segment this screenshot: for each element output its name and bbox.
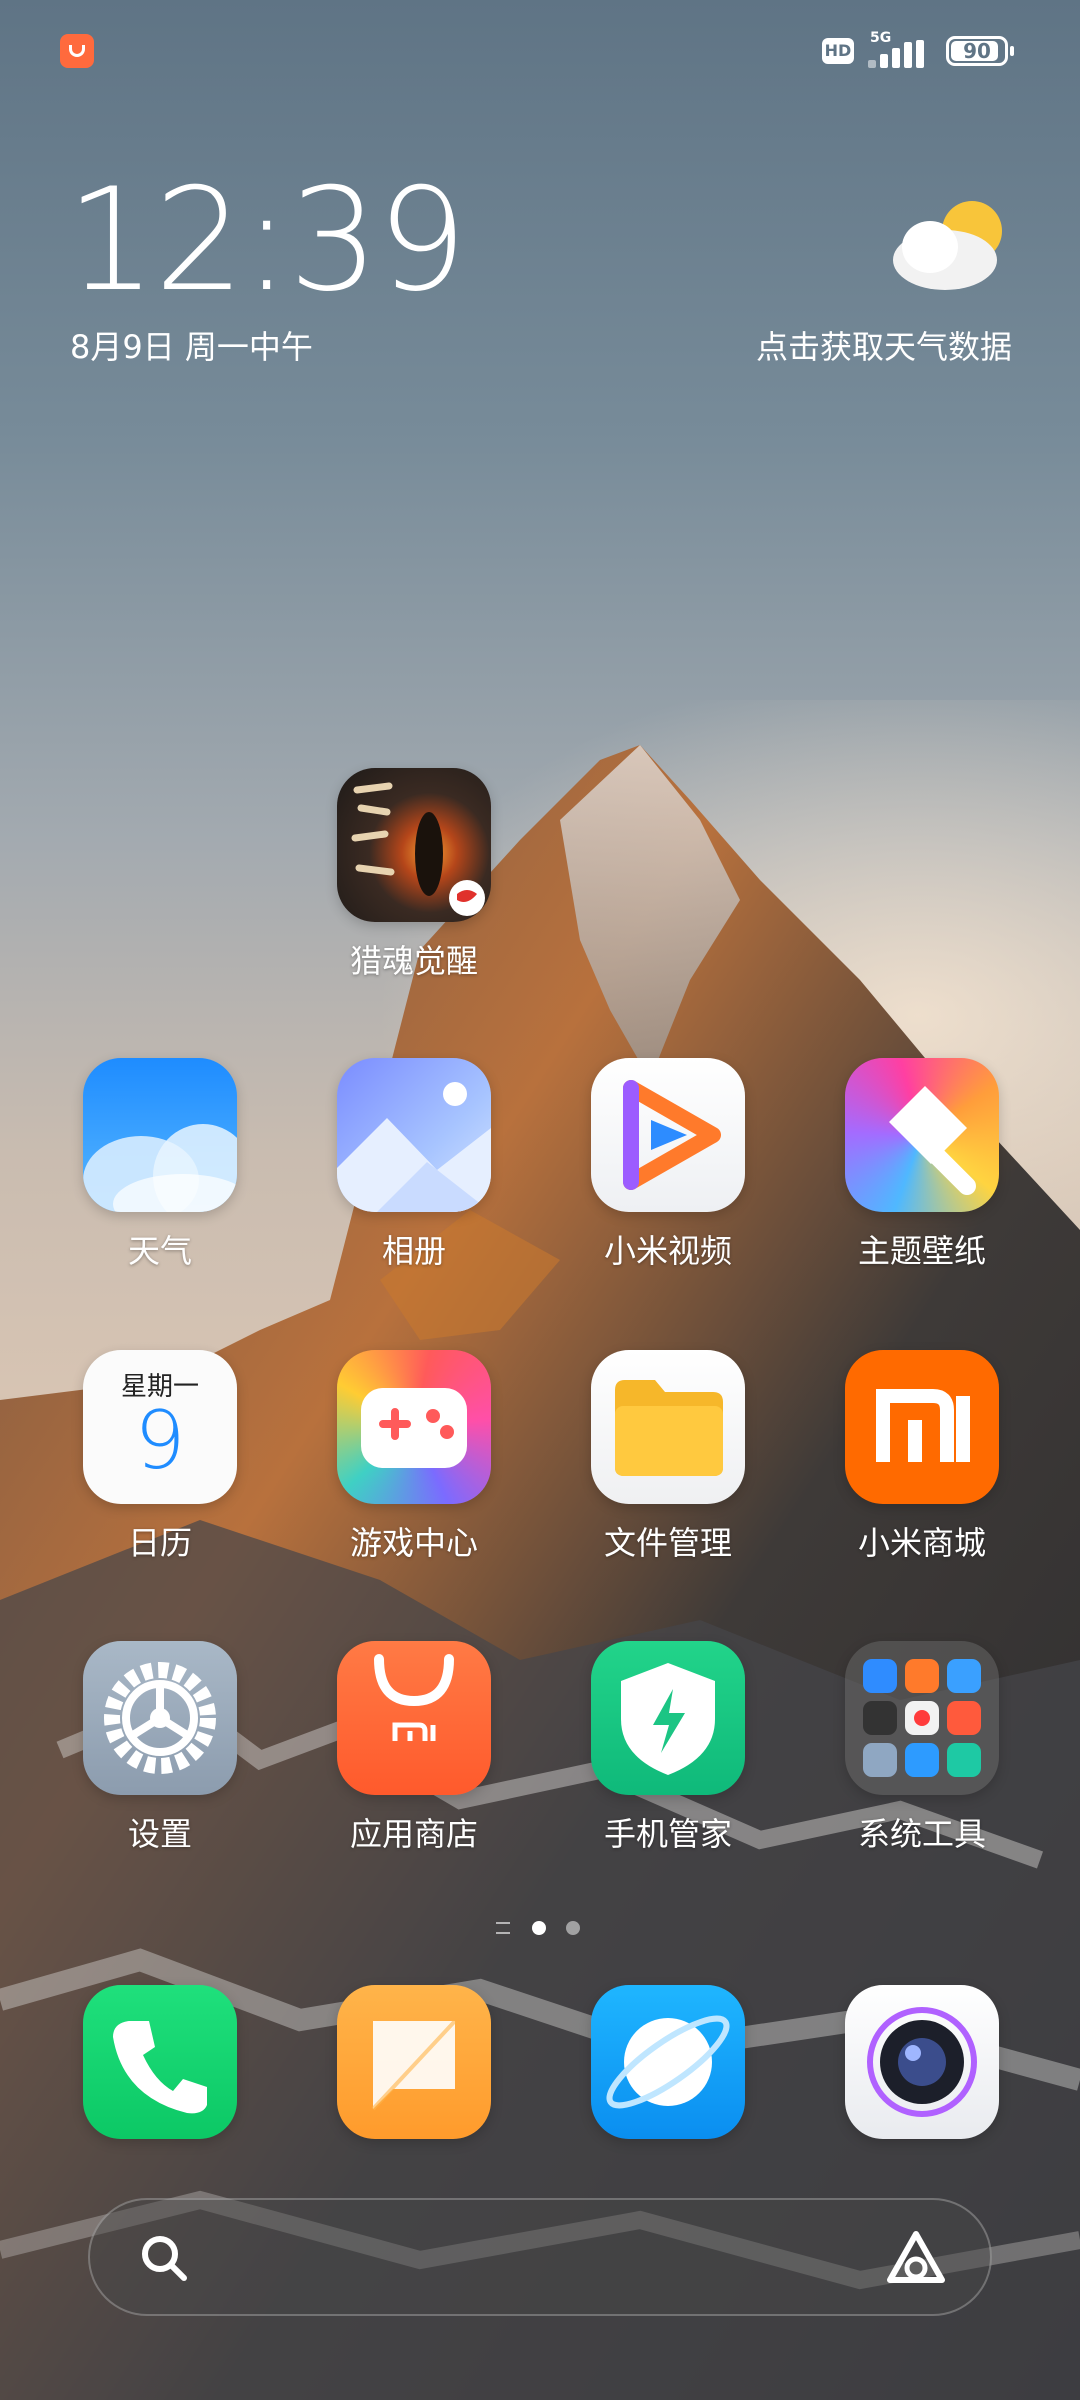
gallery-icon	[337, 1058, 491, 1212]
dock-camera[interactable]	[812, 1985, 1032, 2139]
app-game-center[interactable]: 游戏中心	[304, 1350, 524, 1564]
battery-percent: 90	[963, 39, 991, 63]
drag-handle-icon	[496, 1922, 510, 1934]
app-mi-store[interactable]: 小米商城	[812, 1350, 1032, 1564]
settings-gear-icon	[83, 1641, 237, 1795]
app-file-manager[interactable]: 文件管理	[558, 1350, 778, 1564]
search-bar[interactable]	[88, 2198, 992, 2316]
app-store-bag-icon	[337, 1641, 491, 1795]
weather-app-icon	[83, 1058, 237, 1212]
page-dot	[566, 1921, 580, 1935]
battery-icon: 90	[946, 36, 1014, 66]
app-label: 主题壁纸	[857, 1232, 986, 1270]
app-lie-hun-jue-xing[interactable]: 猎魂觉醒	[304, 768, 524, 982]
camera-icon	[845, 1985, 999, 2139]
app-label: 手机管家	[603, 1815, 732, 1853]
gamepad-icon	[337, 1350, 491, 1504]
app-label: 猎魂觉醒	[349, 942, 478, 980]
search-icon[interactable]	[136, 2230, 192, 2286]
partly-sunny-icon[interactable]	[890, 195, 1015, 295]
status-bar: HD 5G 90	[0, 0, 1080, 100]
themes-brush-icon	[845, 1058, 999, 1212]
app-label: 系统工具	[857, 1815, 986, 1853]
dock-phone[interactable]	[50, 1985, 270, 2139]
hd-badge: HD	[822, 38, 854, 64]
app-label: 相册	[381, 1232, 446, 1270]
browser-icon	[591, 1985, 745, 2139]
video-play-icon	[591, 1058, 745, 1212]
security-shield-icon	[591, 1641, 745, 1795]
app-label: 应用商店	[349, 1815, 478, 1853]
folder-icon	[591, 1350, 745, 1504]
game-dragon-eye-icon	[337, 768, 491, 922]
calendar-day: 9	[134, 1394, 186, 1487]
calendar-icon: 星期一 9	[83, 1350, 237, 1504]
messages-icon	[337, 1985, 491, 2139]
app-label: 天气	[127, 1232, 192, 1270]
app-label: 设置	[127, 1815, 192, 1853]
xiao-ai-assistant-icon[interactable]	[884, 2228, 948, 2288]
app-security[interactable]: 手机管家	[558, 1641, 778, 1855]
app-label: 游戏中心	[349, 1524, 478, 1562]
clock-time[interactable]: 12:39	[66, 170, 467, 312]
app-label: 日历	[127, 1524, 192, 1562]
system-tools-folder-icon	[845, 1641, 999, 1795]
app-label: 小米商城	[857, 1524, 986, 1562]
app-weather[interactable]: 天气	[50, 1058, 270, 1272]
app-label: 小米视频	[603, 1232, 732, 1270]
app-app-store[interactable]: 应用商店	[304, 1641, 524, 1855]
app-label: 文件管理	[603, 1524, 732, 1562]
app-settings[interactable]: 设置	[50, 1641, 270, 1855]
mi-store-notification-icon	[60, 34, 94, 68]
clock-date[interactable]: 8月9日 周一中午	[70, 322, 313, 368]
app-gallery[interactable]: 相册	[304, 1058, 524, 1272]
app-themes[interactable]: 主题壁纸	[812, 1058, 1032, 1272]
phone-icon	[83, 1985, 237, 2139]
app-system-tools-folder[interactable]: 系统工具	[812, 1641, 1032, 1855]
app-mi-video[interactable]: 小米视频	[558, 1058, 778, 1272]
mi-logo-icon	[845, 1350, 999, 1504]
app-calendar[interactable]: 星期一 9 日历	[50, 1350, 270, 1564]
dock-browser[interactable]	[558, 1985, 778, 2139]
weather-hint[interactable]: 点击获取天气数据	[756, 322, 1012, 368]
page-indicator[interactable]	[496, 1918, 588, 1938]
dock-messages[interactable]	[304, 1985, 524, 2139]
page-dot-active	[532, 1921, 546, 1935]
signal-bars-icon	[868, 40, 932, 68]
